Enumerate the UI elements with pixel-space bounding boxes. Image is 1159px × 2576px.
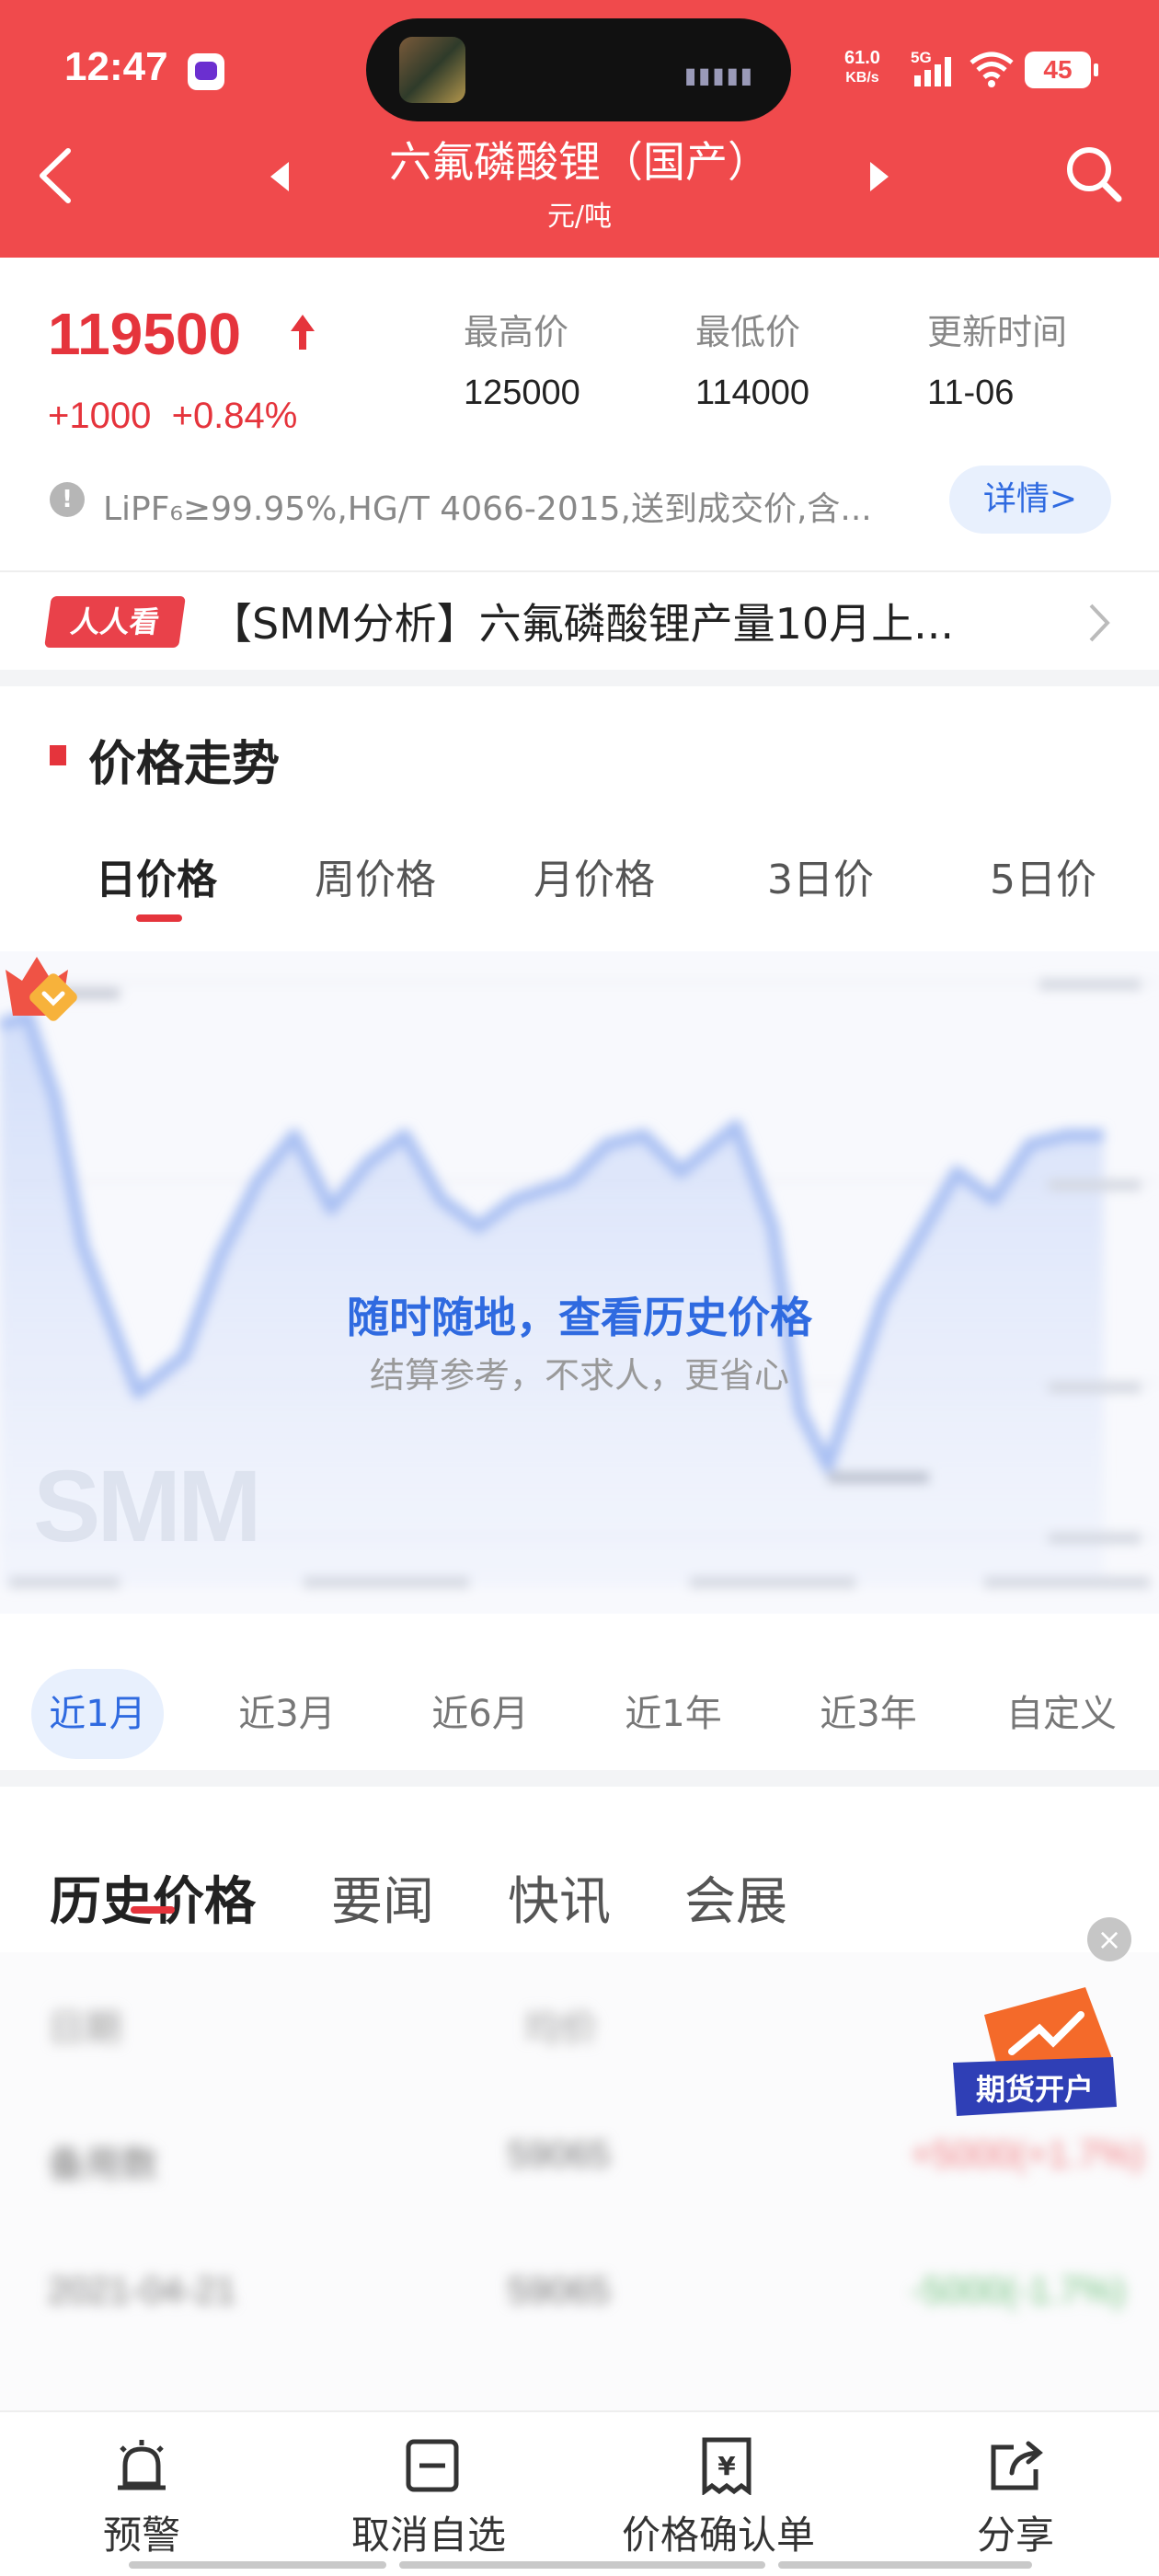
chart-promo-title: 随时随地，查看历史价格 <box>347 1293 812 1342</box>
news-badge: 人人看 <box>44 596 186 648</box>
smm-watermark: SMM <box>33 1450 262 1563</box>
tab-monthly-price[interactable]: 月价格 <box>534 846 655 905</box>
price-chart-area: 随时随地，查看历史价格 结算参考，不求人，更省心 SMM <box>0 951 1159 1614</box>
range-3-months[interactable]: 近3月 <box>221 1669 353 1759</box>
price-unit: 元/吨 <box>546 201 613 233</box>
change-percent: +0.84% <box>171 396 298 436</box>
share-button[interactable]: 分享 <box>929 2412 1104 2576</box>
details-button[interactable]: 详情> <box>949 466 1111 534</box>
price-confirmation-button[interactable]: ¥ 价格确认单 <box>607 2412 846 2576</box>
net-speed: 61.0 KB/s <box>844 48 880 88</box>
quote-panel: 119500 +1000 +0.84% 最高价 125000 最低价 11400… <box>0 258 1159 570</box>
net-speed-value: 61.0 <box>844 48 880 68</box>
home-indicator[interactable] <box>399 2561 765 2569</box>
range-3-years[interactable]: 近3年 <box>802 1669 935 1759</box>
nav-label: 价格确认单 <box>622 2513 816 2558</box>
price-detail-screen: { "status_bar": { "time": "12:47", "net_… <box>0 0 1159 2576</box>
back-arrow-icon[interactable] <box>31 145 79 206</box>
low-price-label: 最低价 <box>695 312 801 352</box>
status-app-icon <box>188 53 224 90</box>
remove-watchlist-icon <box>406 2439 459 2492</box>
range-1-month[interactable]: 近1月 <box>31 1669 164 1759</box>
update-time-value: 11-06 <box>927 374 1015 412</box>
net-speed-unit: KB/s <box>845 70 879 86</box>
network-type: 5G <box>911 49 932 66</box>
tab-flash-news[interactable]: 快讯 <box>508 1860 611 1935</box>
bottom-action-bar: 预警 取消自选 ¥ 价格确认单 分享 <box>0 2410 1159 2576</box>
time-range-selector: 近1月 近3月 近6月 近1年 近3年 自定义 <box>0 1614 1159 1770</box>
change-absolute: +1000 <box>48 396 152 436</box>
page-title: 六氟磷酸锂（国产） <box>389 137 770 187</box>
alarm-bell-icon <box>118 2440 166 2490</box>
share-icon <box>991 2441 1043 2490</box>
table-cell: 59065 <box>508 2134 611 2175</box>
section-divider <box>0 670 1159 686</box>
wifi-icon <box>970 52 1014 87</box>
home-indicator[interactable] <box>129 2561 386 2569</box>
svg-text:¥: ¥ <box>717 2451 736 2481</box>
section-marker <box>50 745 66 765</box>
tab-active-indicator <box>136 914 182 922</box>
chart-promo-subtitle: 结算参考，不求人，更省心 <box>369 1355 789 1396</box>
table-cell: 2021-04-21 <box>48 2271 236 2311</box>
tab-history-price[interactable]: 历史价格 <box>50 1860 256 1935</box>
alert-button[interactable]: 预警 <box>55 2412 230 2576</box>
search-icon[interactable] <box>1063 144 1124 204</box>
previous-item-icon[interactable] <box>267 160 294 193</box>
price-change: +1000 +0.84% <box>48 396 297 437</box>
chevron-right-icon <box>1089 604 1110 642</box>
nav-label: 分享 <box>977 2513 1055 2558</box>
current-price: 119500 <box>48 301 242 367</box>
table-cell: -5000(-1.7%) <box>911 2271 1126 2311</box>
battery-indicator: 45 <box>1025 52 1098 88</box>
news-headline: 【SMM分析】六氟磷酸锂产量10月上... <box>210 599 954 649</box>
tab-daily-price[interactable]: 日价格 <box>96 846 217 905</box>
tab-weekly-price[interactable]: 周价格 <box>315 846 436 905</box>
cellular-signal-icon: 5G <box>911 49 951 86</box>
price-up-icon <box>291 315 315 350</box>
home-indicator[interactable] <box>778 2561 1032 2569</box>
price-receipt-icon: ¥ <box>702 2437 752 2495</box>
info-icon: ! <box>50 482 85 517</box>
tab-5day-price[interactable]: 5日价 <box>990 846 1096 905</box>
content-tabs: 历史价格 要闻 快讯 会展 <box>0 1787 1159 1952</box>
status-time: 12:47 <box>64 44 168 89</box>
range-1-year[interactable]: 近1年 <box>607 1669 740 1759</box>
section-divider <box>0 1770 1159 1787</box>
tab-exhibitions[interactable]: 会展 <box>684 1860 787 1935</box>
table-header-cell: 日期 <box>48 2008 121 2049</box>
content-tab-indicator <box>131 1906 175 1914</box>
futures-account-promo[interactable]: 期货开户 <box>947 1978 1122 2144</box>
table-header-cell: 均价 <box>524 2008 598 2049</box>
next-item-icon[interactable] <box>865 160 892 193</box>
table-row: 2021-04-21 59065 -5000(-1.7%) <box>0 2225 1159 2361</box>
nav-label: 预警 <box>103 2513 181 2558</box>
product-spec: LiPF₆≥99.95%,HG/T 4066-2015,送到成交价,含... <box>103 490 872 528</box>
audio-wave-icon: ▮▮▮▮▮ <box>683 63 754 88</box>
dynamic-island[interactable]: ▮▮▮▮▮ <box>366 18 791 121</box>
promo-badge-label: 期货开户 <box>976 2072 1094 2107</box>
high-price-label: 最高价 <box>464 312 569 352</box>
featured-news-row[interactable]: 人人看 【SMM分析】六氟磷酸锂产量10月上... <box>0 570 1159 670</box>
table-cell: 59065 <box>508 2271 611 2311</box>
update-time-label: 更新时间 <box>927 312 1068 352</box>
high-price-value: 125000 <box>464 374 580 412</box>
nav-label: 取消自选 <box>351 2513 507 2558</box>
top-header: 12:47 ▮▮▮▮▮ 61.0 KB/s 5G 45 六氟磷酸锂（国产） 元/… <box>0 0 1159 258</box>
tab-news[interactable]: 要闻 <box>331 1860 434 1935</box>
game-thumbnail-icon <box>399 37 465 103</box>
tab-3day-price[interactable]: 3日价 <box>767 846 874 905</box>
close-icon[interactable]: × <box>1087 1917 1131 1961</box>
history-price-logo-icon <box>6 957 77 1021</box>
range-6-months[interactable]: 近6月 <box>414 1669 546 1759</box>
range-custom[interactable]: 自定义 <box>995 1669 1128 1759</box>
remove-watchlist-button[interactable]: 取消自选 <box>331 2412 534 2576</box>
low-price-value: 114000 <box>695 374 809 412</box>
table-cell: 备用数 <box>48 2145 158 2185</box>
trend-section-title: 价格走势 <box>88 737 281 792</box>
